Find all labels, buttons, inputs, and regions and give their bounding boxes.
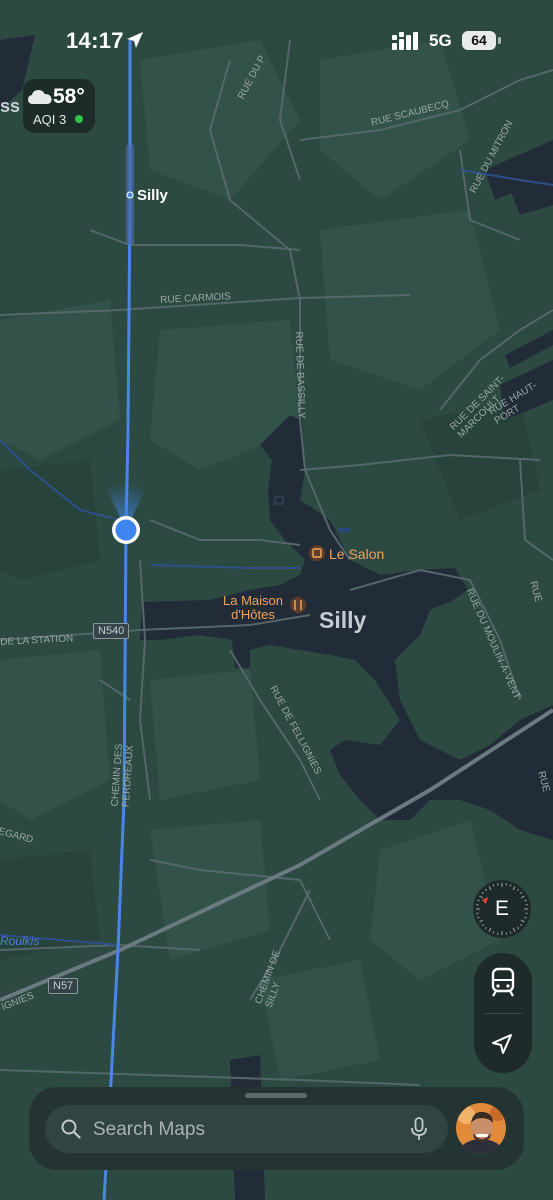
- battery-icon: 64: [462, 31, 496, 50]
- network-type: 5G: [429, 31, 452, 50]
- locate-me-button[interactable]: [474, 1014, 532, 1073]
- poi-le-salon-pin[interactable]: [309, 545, 325, 561]
- signal-bars-icon: [392, 32, 418, 50]
- profile-avatar-image: [456, 1103, 506, 1153]
- status-bar: 14:17 5G 64: [0, 0, 553, 80]
- battery-level: 64: [471, 32, 487, 48]
- poi-label-maison-line2: d'Hôtes: [231, 607, 275, 622]
- battery-tip: [498, 37, 501, 44]
- poi-maison-pin[interactable]: [290, 597, 306, 613]
- search-input[interactable]: [91, 1105, 395, 1155]
- compass-heading: E: [494, 897, 509, 920]
- place-label-silly-town[interactable]: Silly: [319, 607, 366, 634]
- aqi-label: AQI 3: [33, 112, 67, 127]
- search-bar[interactable]: [45, 1105, 448, 1155]
- sheet-grabber[interactable]: [245, 1093, 307, 1098]
- transit-mode-button[interactable]: [474, 953, 532, 1013]
- weather-badge[interactable]: 58° AQI 3: [23, 79, 95, 133]
- place-label-partial: ss: [0, 96, 21, 116]
- poi-label-maison[interactable]: La Maison d'Hôtes: [214, 594, 292, 622]
- map-controls-group: [474, 953, 532, 1073]
- road-shield-n540: N540: [93, 623, 130, 639]
- weather-temperature: 58°: [53, 85, 85, 108]
- avatar[interactable]: [456, 1103, 506, 1153]
- search-icon: [61, 1119, 81, 1139]
- compass-button[interactable]: E: [473, 880, 531, 938]
- poi-label-maison-line1: La Maison: [223, 593, 283, 608]
- cloud-icon: [28, 90, 52, 104]
- microphone-icon[interactable]: [410, 1117, 428, 1141]
- water-label-roulkis: Roulkis: [0, 934, 40, 948]
- tram-icon: [491, 967, 515, 997]
- road-shield-n57: N57: [48, 978, 79, 994]
- status-time: 14:17: [66, 28, 124, 53]
- place-label-silly-stop[interactable]: Silly: [137, 187, 168, 204]
- location-arrow-icon: [492, 1034, 512, 1054]
- location-arrow-icon: [127, 32, 143, 48]
- bottom-sheet[interactable]: [29, 1087, 524, 1170]
- poi-label-le-salon[interactable]: Le Salon: [329, 546, 384, 562]
- transit-stop-dot[interactable]: [126, 191, 134, 199]
- aqi-status-dot: [75, 115, 83, 123]
